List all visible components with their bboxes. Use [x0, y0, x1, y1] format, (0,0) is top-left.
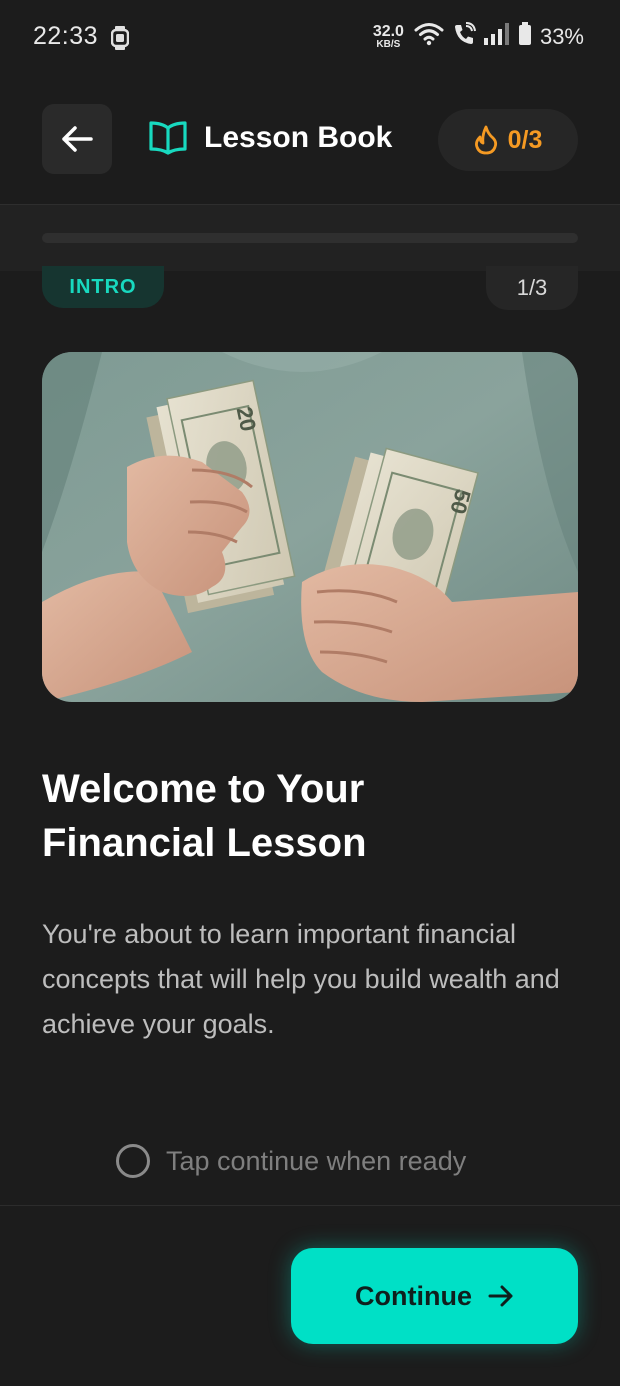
- lesson-hero-image: 20 50: [42, 352, 578, 702]
- status-time: 22:33: [33, 22, 99, 50]
- lesson-heading: Welcome to Your Financial Lesson: [42, 762, 578, 870]
- back-button[interactable]: [42, 104, 112, 174]
- lesson-screen: 22:33 32.0 KB/S 33% Lesson Book 0/3 INTR…: [0, 0, 620, 1386]
- hint-circle-icon: [116, 1144, 150, 1178]
- wifi-icon: [414, 22, 444, 52]
- ready-hint-text: Tap continue when ready: [166, 1145, 467, 1176]
- data-speed-value: 32.0: [372, 23, 404, 40]
- lesson-heading-line-1: Welcome to Your: [42, 767, 365, 811]
- ready-hint: Tap continue when ready: [116, 1144, 466, 1178]
- footer-divider: [0, 1205, 620, 1206]
- streak-counter[interactable]: 0/3: [438, 109, 578, 171]
- continue-button[interactable]: Continue: [291, 1248, 578, 1344]
- data-speed: 32.0 KB/S: [373, 24, 404, 50]
- continue-label: Continue: [355, 1280, 472, 1311]
- app-header: Lesson Book 0/3: [42, 104, 578, 176]
- battery-percentage: 33%: [539, 24, 584, 49]
- status-indicators: 32.0 KB/S 33%: [373, 22, 584, 52]
- progress-section: [0, 205, 620, 271]
- streak-count: 0/3: [507, 125, 543, 154]
- arrow-right-icon: [488, 1285, 513, 1307]
- svg-text:20: 20: [232, 404, 262, 433]
- battery-icon: [518, 22, 532, 52]
- open-book-icon: [149, 121, 187, 155]
- lesson-progress-bar: [42, 233, 578, 243]
- data-speed-unit: KB/S: [376, 39, 401, 50]
- lesson-heading-line-2: Financial Lesson: [42, 821, 367, 865]
- header-title-group: Lesson Book: [148, 120, 392, 156]
- arrow-left-icon: [62, 126, 93, 152]
- lesson-type-badge: INTRO: [42, 266, 164, 308]
- smartwatch-icon: [110, 26, 130, 55]
- wifi-call-icon: [452, 22, 476, 52]
- status-bar: 22:33 32.0 KB/S 33%: [0, 0, 620, 76]
- page-title: Lesson Book: [204, 121, 393, 154]
- lesson-description: You're about to learn important financia…: [42, 919, 560, 1039]
- flame-icon: [474, 125, 497, 155]
- signal-icon: [483, 23, 510, 51]
- step-indicator: 1/3: [486, 266, 578, 310]
